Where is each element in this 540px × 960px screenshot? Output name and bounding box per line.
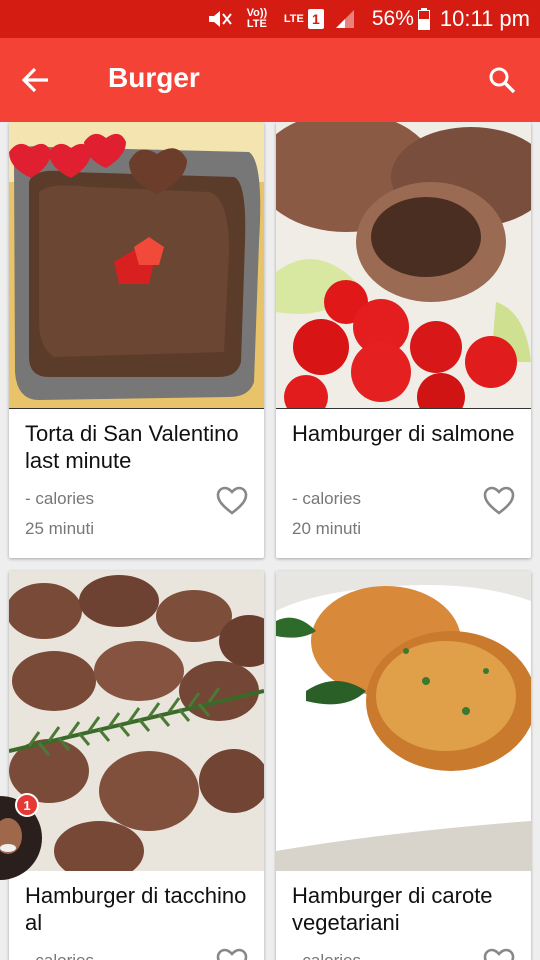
search-button[interactable] [482, 60, 522, 100]
recipe-title: Hamburger di salmone [292, 421, 515, 446]
recipe-photo [276, 122, 531, 409]
clock: 10:11 pm [439, 6, 530, 31]
favorite-heart-icon[interactable] [216, 486, 248, 516]
favorite-heart-icon[interactable] [216, 948, 248, 960]
status-bar: Vo)) LTE LTE 1 56% 10:11 pm [0, 0, 540, 38]
app-bar: Burger [0, 38, 540, 122]
favorite-heart-icon[interactable] [483, 486, 515, 516]
recipe-card[interactable]: Hamburger di carote vegetariani - calori… [276, 571, 531, 960]
recipe-card[interactable]: Torta di San Valentino last minute - cal… [9, 122, 264, 558]
volte-label: Vo)) LTE [246, 7, 268, 30]
chat-badge: 1 [15, 793, 39, 817]
recipe-calories: - calories [25, 489, 94, 508]
search-icon [489, 67, 516, 94]
signal-icon [334, 9, 356, 29]
sim-icon: 1 [307, 9, 324, 29]
recipe-calories: - calories [25, 951, 94, 960]
recipe-card[interactable]: Hamburger di salmone - calories 20 minut… [276, 122, 531, 558]
arrow-back-icon [22, 67, 48, 93]
recipe-photo [9, 571, 264, 871]
page-title: Burger [108, 62, 200, 93]
battery-percent: 56% [371, 7, 414, 30]
recipe-card[interactable]: Hamburger di tacchino al - calories [9, 571, 264, 960]
back-button[interactable] [16, 60, 56, 100]
recipe-grid: Torta di San Valentino last minute - cal… [0, 122, 540, 960]
favorite-heart-icon[interactable] [483, 948, 515, 960]
recipe-time: 20 minuti [292, 519, 361, 538]
recipe-title: Hamburger di tacchino al [25, 883, 247, 935]
mute-icon [206, 8, 234, 30]
sim-number: 1 [307, 9, 324, 29]
battery-icon [417, 8, 430, 30]
recipe-photo [276, 571, 531, 871]
recipe-calories: - calories [292, 489, 361, 508]
lte-label: LTE [283, 12, 304, 25]
recipe-title: Torta di San Valentino last minute [25, 421, 239, 473]
recipe-calories: - calories [292, 951, 361, 960]
recipe-title: Hamburger di carote vegetariani [292, 883, 493, 935]
recipe-photo [9, 122, 264, 409]
recipe-time: 25 minuti [25, 519, 94, 538]
